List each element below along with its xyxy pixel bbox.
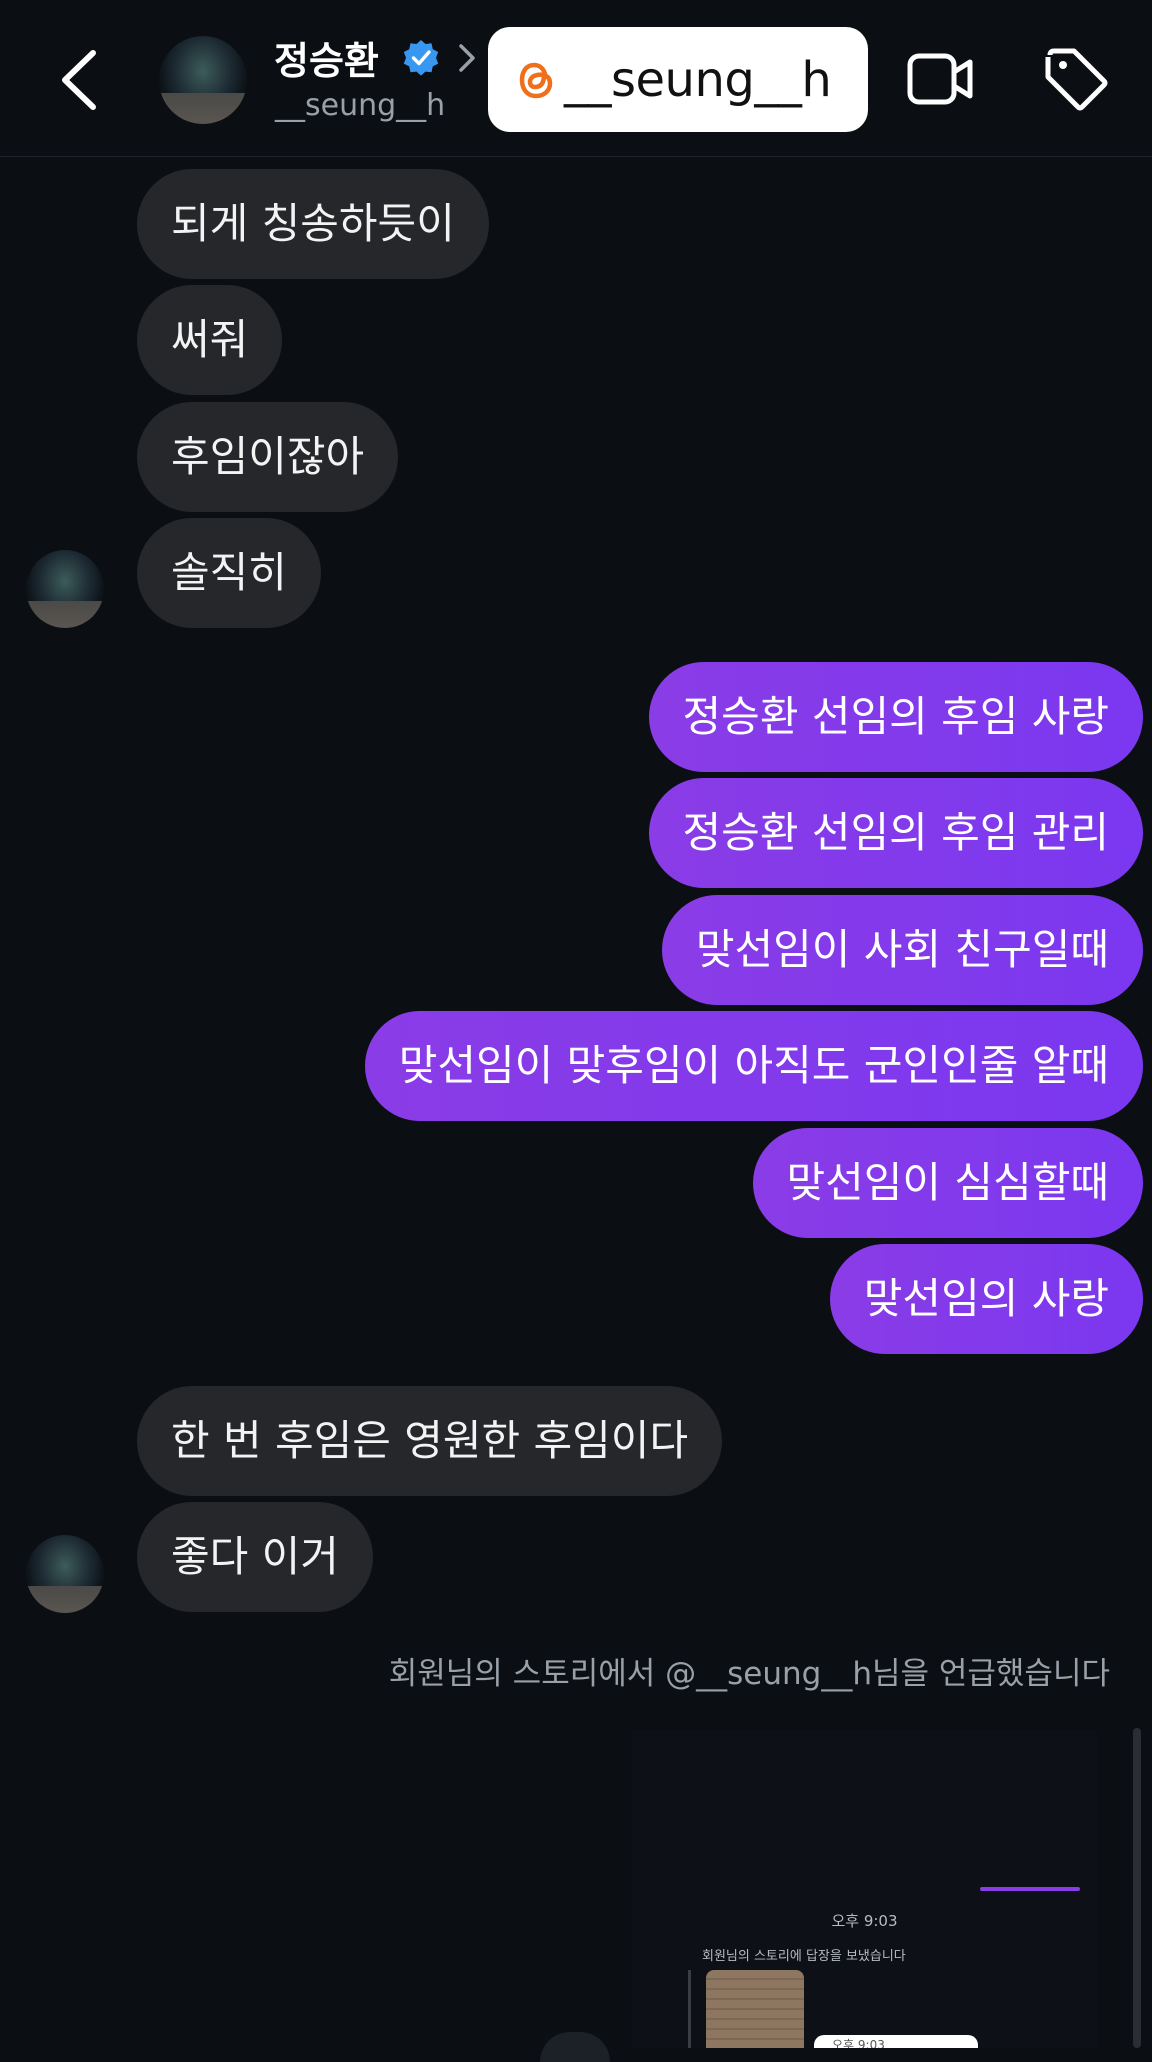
story-reply-note: 회원님의 스토리에 답장을 보냈습니다 bbox=[702, 1949, 906, 1964]
story-mention-note: 회원님의 스토리에서 @__seung__h님을 언급했습니다 bbox=[388, 1656, 1110, 1692]
threads-icon bbox=[514, 55, 558, 105]
outgoing-message[interactable]: 맞선임의 사랑 bbox=[829, 1244, 1143, 1354]
story-divider bbox=[688, 1970, 691, 2048]
story-bubble-fragment bbox=[980, 1887, 1080, 1891]
outgoing-message[interactable]: 정승환 선임의 후임 관리 bbox=[648, 778, 1143, 888]
threads-handle-label: __seung__h bbox=[564, 51, 832, 108]
avatar[interactable] bbox=[26, 550, 104, 628]
story-thumbnail bbox=[706, 1970, 804, 2048]
story-timestamp: 오후 9:03 bbox=[831, 1912, 898, 1930]
chat-header: 정승환 __seung__h __seung__h bbox=[0, 0, 1152, 157]
outgoing-message[interactable]: 맞선임이 사회 친구일때 bbox=[661, 895, 1143, 1005]
outgoing-message[interactable]: 맞선임이 맞후임이 아직도 군인인줄 알때 bbox=[364, 1011, 1143, 1121]
incoming-message[interactable]: 좋다 이거 bbox=[137, 1502, 373, 1612]
story-bottom-timestamp: 오후 9:03 bbox=[832, 2038, 885, 2048]
verified-badge-icon bbox=[401, 38, 441, 78]
incoming-message[interactable]: 써줘 bbox=[137, 285, 283, 395]
contact-handle[interactable]: __seung__h bbox=[275, 88, 445, 123]
incoming-message[interactable]: 솔직히 bbox=[137, 518, 321, 628]
outgoing-message[interactable]: 맞선임이 심심할때 bbox=[752, 1128, 1143, 1238]
avatar bbox=[540, 2032, 610, 2062]
scrollbar[interactable] bbox=[1133, 1728, 1141, 2048]
threads-profile-button[interactable]: __seung__h bbox=[488, 27, 868, 132]
back-arrow-icon[interactable] bbox=[55, 45, 105, 115]
avatar[interactable] bbox=[26, 1535, 104, 1613]
contact-name[interactable]: 정승환 bbox=[274, 30, 379, 85]
tag-icon[interactable] bbox=[1042, 45, 1110, 113]
incoming-message[interactable]: 되게 칭송하듯이 bbox=[137, 169, 489, 279]
chevron-right-icon[interactable] bbox=[456, 40, 478, 76]
incoming-message[interactable]: 후임이잖아 bbox=[137, 402, 399, 512]
outgoing-message[interactable]: 정승환 선임의 후임 사랑 bbox=[648, 662, 1143, 772]
story-preview[interactable]: 오후 9:03 회원님의 스토리에 답장을 보냈습니다 오후 9:03 bbox=[632, 1730, 1097, 2048]
video-call-icon[interactable] bbox=[906, 48, 976, 110]
incoming-message[interactable]: 한 번 후임은 영원한 후임이다 bbox=[137, 1386, 723, 1496]
avatar[interactable] bbox=[159, 36, 247, 124]
